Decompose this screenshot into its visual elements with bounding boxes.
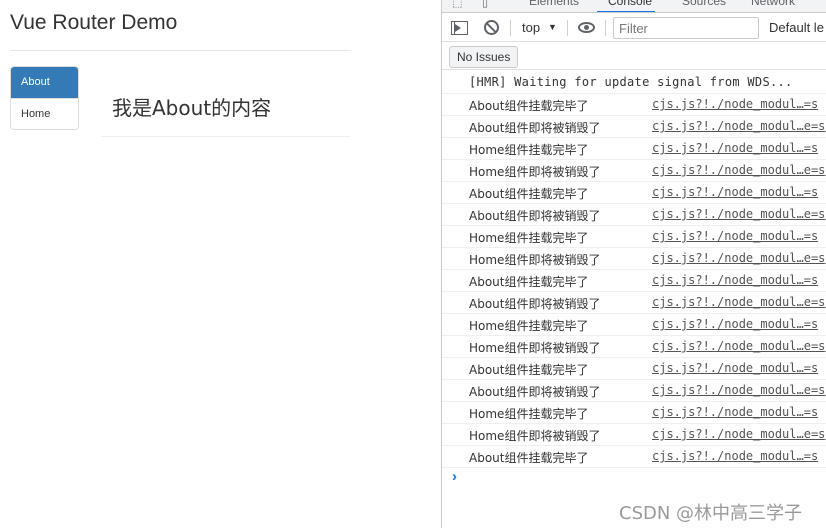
console-toolbar: top ▼ Default le — [442, 14, 826, 42]
tab-network[interactable]: Network — [751, 0, 795, 8]
console-message: Home组件挂载完毕了 — [469, 143, 589, 157]
inspect-element-icon[interactable]: ⬚ — [452, 0, 462, 9]
title-divider — [10, 50, 351, 51]
console-message: Home组件即将被销毁了 — [469, 341, 601, 355]
page-title: Vue Router Demo — [10, 11, 178, 34]
clear-console-icon[interactable] — [484, 20, 499, 35]
console-source-link[interactable]: cjs.js?!./node_modul…=s — [652, 449, 818, 463]
console-log-row: Home组件挂载完毕了 cjs.js?!./node_modul…=s — [442, 402, 826, 424]
console-log-row: About组件即将被销毁了 cjs.js?!./node_modul…e=s — [442, 116, 826, 138]
console-sidebar-icon[interactable] — [451, 21, 468, 35]
console-source-link[interactable]: cjs.js?!./node_modul…=s — [652, 229, 818, 243]
console-source-link[interactable]: cjs.js?!./node_modul…e=s — [652, 207, 825, 221]
console-message: About组件即将被销毁了 — [469, 385, 601, 399]
console-log-row: About组件即将被销毁了 cjs.js?!./node_modul…e=s — [442, 380, 826, 402]
console-log-row: About组件即将被销毁了 cjs.js?!./node_modul…e=s — [442, 204, 826, 226]
log-levels-dropdown[interactable]: Default le — [769, 20, 824, 35]
console-source-link[interactable]: cjs.js?!./node_modul…=s — [652, 185, 818, 199]
toolbar-divider — [605, 20, 606, 36]
app-pane: Vue Router Demo About Home 我是About的内容 — [0, 0, 441, 528]
device-toolbar-icon[interactable]: ▯ — [482, 0, 488, 9]
console-log-row: Home组件挂载完毕了 cjs.js?!./node_modul…=s — [442, 226, 826, 248]
console-source-link[interactable]: cjs.js?!./node_modul…=s — [652, 273, 818, 287]
tab-sources[interactable]: Sources — [682, 0, 726, 8]
router-view-panel: 我是About的内容 — [101, 86, 350, 137]
console-message: [HMR] Waiting for update signal from WDS… — [469, 75, 793, 89]
tab-console[interactable]: Console — [608, 0, 652, 8]
console-log-row: [HMR] Waiting for update signal from WDS… — [442, 72, 826, 94]
console-log-row: Home组件挂载完毕了 cjs.js?!./node_modul…=s — [442, 314, 826, 336]
active-tab-indicator — [597, 11, 655, 12]
devtools-tabbar: ⬚ ▯ Elements Console Sources Network — [442, 0, 826, 13]
console-log-row: Home组件即将被销毁了 cjs.js?!./node_modul…e=s — [442, 424, 826, 446]
console-log-row: About组件挂载完毕了 cjs.js?!./node_modul…=s — [442, 182, 826, 204]
issues-bar: No Issues — [442, 42, 826, 70]
toolbar-divider — [567, 20, 568, 36]
console-message: Home组件挂载完毕了 — [469, 231, 589, 245]
console-log-row: About组件即将被销毁了 cjs.js?!./node_modul…e=s — [442, 292, 826, 314]
router-nav: About Home — [10, 66, 79, 130]
console-filter-input[interactable] — [613, 17, 759, 39]
console-log-row: Home组件即将被销毁了 cjs.js?!./node_modul…e=s — [442, 336, 826, 358]
live-expression-eye-icon[interactable] — [578, 22, 595, 33]
console-message: Home组件即将被销毁了 — [469, 165, 601, 179]
console-message: Home组件挂载完毕了 — [469, 319, 589, 333]
console-message: About组件即将被销毁了 — [469, 209, 601, 223]
console-source-link[interactable]: cjs.js?!./node_modul…e=s — [652, 427, 825, 441]
console-message: Home组件即将被销毁了 — [469, 429, 601, 443]
console-message: About组件挂载完毕了 — [469, 363, 589, 377]
console-source-link[interactable]: cjs.js?!./node_modul…=s — [652, 97, 818, 111]
console-messages: [HMR] Waiting for update signal from WDS… — [442, 72, 826, 468]
toolbar-divider — [510, 20, 511, 36]
tab-elements[interactable]: Elements — [529, 0, 579, 8]
sidebar-arrow — [455, 24, 461, 32]
console-source-link[interactable]: cjs.js?!./node_modul…=s — [652, 405, 818, 419]
no-issues-button[interactable]: No Issues — [449, 46, 519, 68]
console-log-row: About组件挂载完毕了 cjs.js?!./node_modul…=s — [442, 94, 826, 116]
console-source-link[interactable]: cjs.js?!./node_modul…e=s — [652, 251, 825, 265]
console-message: Home组件挂载完毕了 — [469, 407, 589, 421]
console-source-link[interactable]: cjs.js?!./node_modul…e=s — [652, 295, 825, 309]
console-message: About组件即将被销毁了 — [469, 121, 601, 135]
console-log-row: Home组件即将被销毁了 cjs.js?!./node_modul…e=s — [442, 248, 826, 270]
console-prompt-icon[interactable]: › — [452, 468, 457, 485]
csdn-watermark: CSDN @林中高三学子 — [619, 503, 803, 524]
console-log-row: About组件挂载完毕了 cjs.js?!./node_modul…=s — [442, 358, 826, 380]
console-message: About组件挂载完毕了 — [469, 99, 589, 113]
console-source-link[interactable]: cjs.js?!./node_modul…e=s — [652, 383, 825, 397]
console-message: About组件挂载完毕了 — [469, 275, 589, 289]
console-log-row: About组件挂载完毕了 cjs.js?!./node_modul…=s — [442, 446, 826, 468]
console-message: About组件即将被销毁了 — [469, 297, 601, 311]
console-message: Home组件即将被销毁了 — [469, 253, 601, 267]
console-log-row: Home组件挂载完毕了 cjs.js?!./node_modul…=s — [442, 138, 826, 160]
console-source-link[interactable]: cjs.js?!./node_modul…=s — [652, 317, 818, 331]
console-log-row: About组件挂载完毕了 cjs.js?!./node_modul…=s — [442, 270, 826, 292]
console-message: About组件挂载完毕了 — [469, 187, 589, 201]
console-source-link[interactable]: cjs.js?!./node_modul…e=s — [652, 163, 825, 177]
route-content-text: 我是About的内容 — [112, 96, 272, 120]
console-source-link[interactable]: cjs.js?!./node_modul…=s — [652, 361, 818, 375]
console-message: About组件挂载完毕了 — [469, 451, 589, 465]
nav-link-home[interactable]: Home — [11, 98, 78, 129]
nav-link-about[interactable]: About — [11, 67, 78, 98]
console-source-link[interactable]: cjs.js?!./node_modul…=s — [652, 141, 818, 155]
console-source-link[interactable]: cjs.js?!./node_modul…e=s — [652, 119, 825, 133]
dropdown-arrow-icon: ▼ — [548, 22, 557, 32]
console-source-link[interactable]: cjs.js?!./node_modul…e=s — [652, 339, 825, 353]
console-log-row: Home组件即将被销毁了 cjs.js?!./node_modul…e=s — [442, 160, 826, 182]
devtools-panel: ⬚ ▯ Elements Console Sources Network top… — [441, 0, 826, 528]
context-selector[interactable]: top — [522, 20, 540, 35]
